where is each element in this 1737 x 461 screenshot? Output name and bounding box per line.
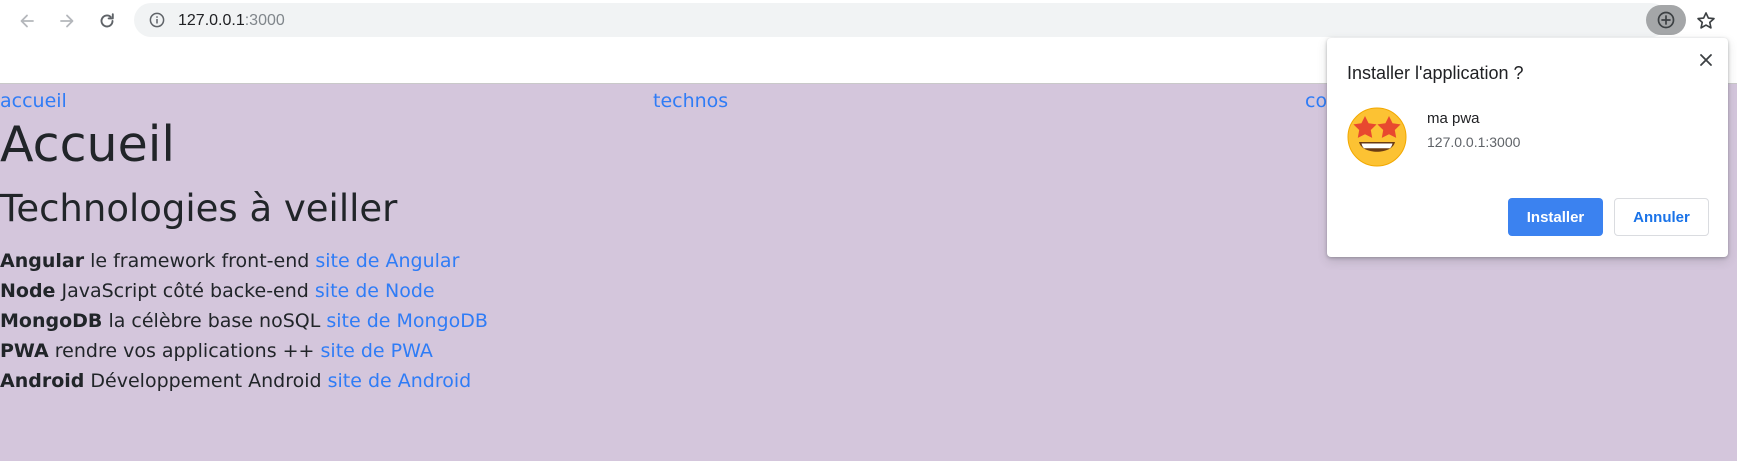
- url-port: :3000: [244, 12, 285, 29]
- back-button[interactable]: [13, 7, 41, 35]
- list-item: MongoDB la célèbre base noSQL site de Mo…: [0, 306, 488, 336]
- tech-link[interactable]: site de PWA: [321, 340, 433, 362]
- nav-link-contact[interactable]: co: [1305, 90, 1327, 112]
- app-origin: 127.0.0.1:3000: [1427, 134, 1521, 150]
- page-title: Accueil: [0, 116, 175, 173]
- tech-link[interactable]: site de MongoDB: [326, 310, 488, 332]
- install-app-icon: [1657, 11, 1675, 29]
- tech-link[interactable]: site de Android: [328, 370, 472, 392]
- tech-link[interactable]: site de Angular: [315, 250, 459, 272]
- reload-icon: [100, 13, 114, 28]
- close-button[interactable]: [1694, 48, 1718, 72]
- list-item: Node JavaScript côté backe-end site de N…: [0, 276, 488, 306]
- info-icon: [149, 12, 165, 28]
- arrow-left-icon: [20, 14, 34, 28]
- install-app-button[interactable]: [1646, 5, 1686, 35]
- tech-description: Développement Android: [84, 370, 328, 392]
- tech-description: la célèbre base noSQL: [102, 310, 327, 332]
- url-host: 127.0.0.1: [178, 12, 245, 29]
- nav-link-accueil[interactable]: accueil: [0, 90, 67, 112]
- tech-list: Angular le framework front-end site de A…: [0, 246, 488, 396]
- tech-name: PWA: [0, 340, 49, 362]
- reload-button[interactable]: [93, 7, 121, 35]
- bookmark-button[interactable]: [1692, 7, 1720, 35]
- nav-link-technos[interactable]: technos: [653, 90, 728, 112]
- tech-link[interactable]: site de Node: [315, 280, 435, 302]
- tech-name: Android: [0, 370, 85, 392]
- list-item: Angular le framework front-end site de A…: [0, 246, 488, 276]
- tech-description: le framework front-end: [84, 250, 316, 272]
- install-app-dialog: Installer l'application ? ma pwa 127.0.0…: [1327, 38, 1728, 257]
- close-icon: [1700, 54, 1712, 66]
- cancel-button[interactable]: Annuler: [1614, 198, 1709, 236]
- tech-name: Node: [0, 280, 56, 302]
- install-button[interactable]: Installer: [1508, 198, 1603, 236]
- section-title: Technologies à veiller: [0, 187, 398, 230]
- tech-name: MongoDB: [0, 310, 103, 332]
- tech-description: JavaScript côté backe-end: [55, 280, 315, 302]
- forward-button[interactable]: [53, 7, 81, 35]
- app-name: ma pwa: [1427, 110, 1480, 127]
- list-item: PWA rendre vos applications ++ site de P…: [0, 336, 488, 366]
- star-struck-emoji-icon: [1346, 105, 1408, 167]
- address-bar[interactable]: 127.0.0.1:3000: [134, 3, 1668, 37]
- url-text[interactable]: 127.0.0.1:3000: [178, 12, 285, 30]
- arrow-right-icon: [60, 14, 74, 28]
- dialog-title: Installer l'application ?: [1347, 63, 1524, 83]
- list-item: Android Développement Android site de An…: [0, 366, 488, 396]
- star-icon: [1697, 12, 1715, 29]
- site-info-button[interactable]: [148, 11, 166, 29]
- tech-description: rendre vos applications ++: [48, 340, 321, 362]
- tech-name: Angular: [0, 250, 85, 272]
